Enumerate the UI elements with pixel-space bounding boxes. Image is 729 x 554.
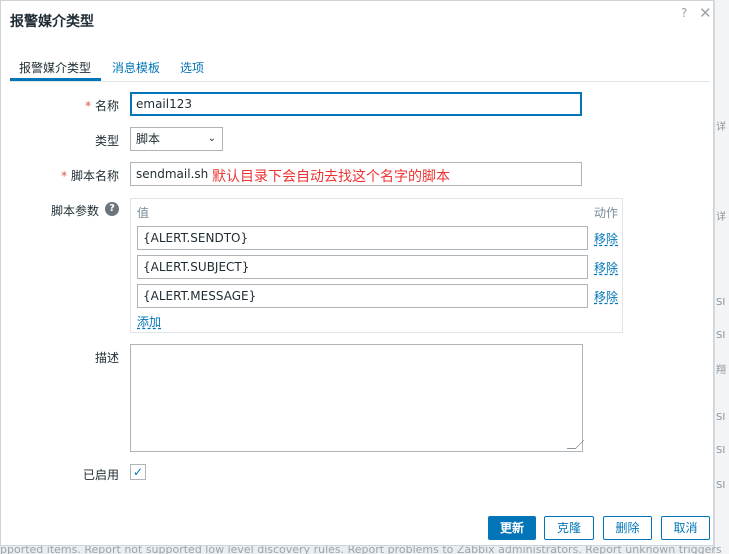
description-label: 描述 [94,351,119,365]
clone-button[interactable]: 克隆 [544,516,594,540]
background-text-fragment: SI [716,445,726,456]
script-name-annotation: 默认目录下会自动去找这个名字的脚本 [212,169,450,185]
remove-param-button[interactable]: 移除 [594,230,618,247]
background-text-fragment: 详 [716,212,726,223]
add-param-button[interactable]: 添加 [137,313,161,330]
remove-param-button[interactable]: 移除 [594,259,618,276]
dialog-title: 报警媒介类型 [10,14,94,30]
params-header-value: 值 [137,206,150,220]
background-text-fragment: SI [716,412,726,423]
tab-media-type[interactable]: 报警媒介类型 [19,59,91,76]
tab-message-templates[interactable]: 消息模板 [112,59,160,76]
question-icon[interactable]: ? [681,6,687,20]
resize-handle[interactable] [566,440,585,449]
background-text-fragment: SI [716,330,726,341]
active-tab-indicator [10,78,101,81]
remove-param-button[interactable]: 移除 [594,288,618,305]
cancel-button[interactable]: 取消 [661,516,710,540]
background-text-fragment: SI [716,480,726,491]
type-select-value: 脚本 [136,132,161,146]
description-textarea[interactable] [130,344,585,452]
background-text-fragment: SI [716,297,726,308]
param-input-subject[interactable]: {ALERT.SUBJECT} [137,255,588,279]
update-button[interactable]: 更新 [488,516,536,540]
checkmark-icon: ✓ [132,465,144,479]
type-select[interactable]: 脚本 ⌄ [130,127,223,151]
delete-button[interactable]: 删除 [603,516,652,540]
param-input-sendto[interactable]: {ALERT.SENDTO} [137,226,588,250]
help-icon[interactable]: ? [105,202,119,216]
param-input-message[interactable]: {ALERT.MESSAGE} [137,284,588,308]
close-icon[interactable]: ✕ [699,4,712,22]
params-header-action: 动作 [594,206,619,220]
script-params-table: 值 动作 {ALERT.SENDTO} 移除 {ALERT.SUBJECT} 移… [130,198,623,333]
background-page-column [714,0,729,554]
background-text-fragment: 翔 [716,365,726,376]
chevron-down-icon: ⌄ [207,133,216,144]
type-label: 类型 [94,134,119,148]
script-params-label: 脚本参数 [50,204,99,218]
tab-options[interactable]: 选项 [180,59,204,76]
name-input[interactable]: email123 [130,92,582,116]
media-type-dialog: 报警媒介类型 ? ✕ 报警媒介类型 消息模板 选项 * 名称 email123 … [0,0,714,546]
script-name-label: * 脚本名称 [61,169,119,183]
name-label: * 名称 [85,99,119,113]
enabled-label: 已启用 [82,468,119,482]
tab-bar: 报警媒介类型 消息模板 选项 [10,59,710,82]
enabled-checkbox[interactable]: ✓ [130,464,146,480]
background-text-fragment: 详 [716,122,726,133]
